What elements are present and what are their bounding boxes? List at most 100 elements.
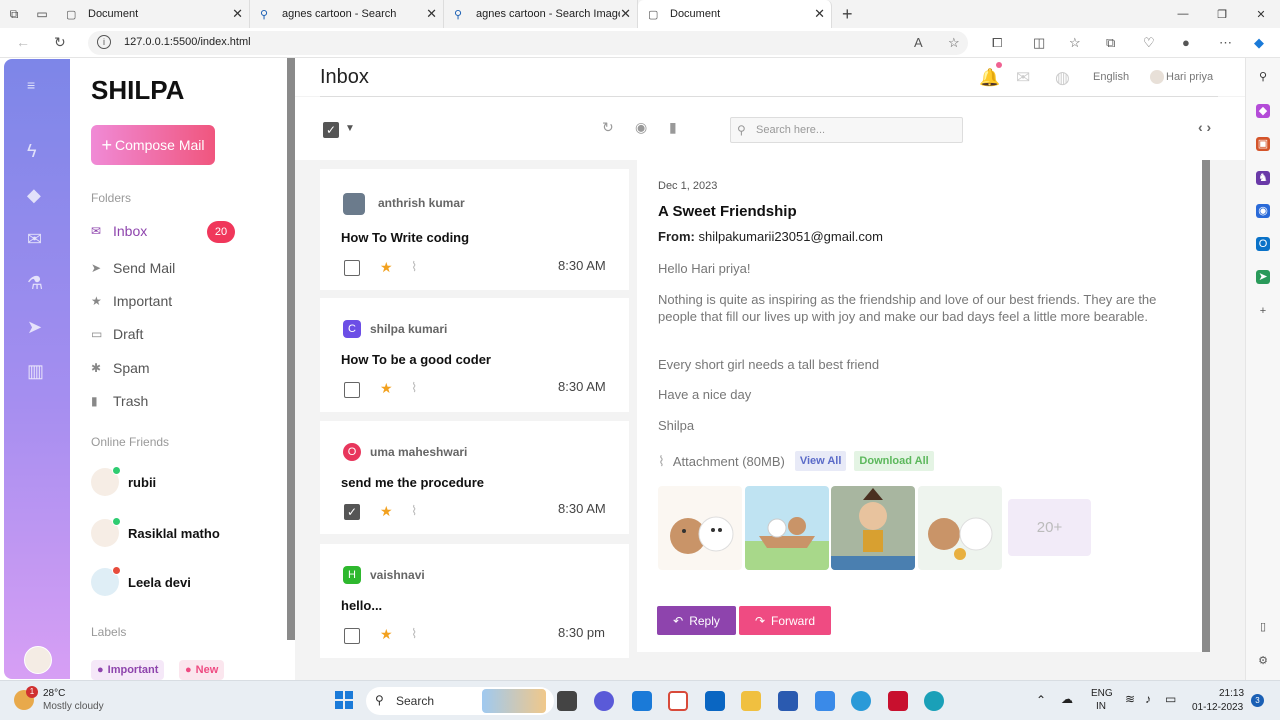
diamond-icon[interactable]: ◆ <box>27 185 41 206</box>
paper-plane-icon[interactable]: ➤ <box>27 317 42 338</box>
notification-badge[interactable]: 3 <box>1251 694 1264 707</box>
workspaces-icon[interactable]: ⧉ <box>0 0 28 28</box>
attachment-thumbnail[interactable] <box>745 486 829 570</box>
new-tab-icon[interactable]: + <box>842 4 853 25</box>
envelope-icon[interactable]: ✉ <box>27 229 42 250</box>
mcafee-icon[interactable] <box>888 691 908 711</box>
bell-icon[interactable]: 🔔 <box>979 68 1000 88</box>
attachment-thumbnail[interactable] <box>918 486 1002 570</box>
map-icon[interactable]: ▥ <box>27 361 44 382</box>
mail-checkbox[interactable]: ✓ <box>344 504 360 520</box>
user-avatar[interactable] <box>1150 70 1164 84</box>
friend-item[interactable]: rubii <box>91 466 271 497</box>
split-screen-icon[interactable]: ◫ <box>1033 35 1045 51</box>
download-all-button[interactable]: Download All <box>854 451 934 471</box>
sidebar-toggle-icon[interactable]: ▯ <box>1256 620 1270 634</box>
folder-important[interactable]: ★ Important <box>91 291 271 311</box>
folder-inbox[interactable]: ✉ Inbox <box>91 221 271 241</box>
friend-item[interactable]: Leela devi <box>91 566 271 597</box>
volume-icon[interactable]: ♪ <box>1145 692 1151 706</box>
reading-pane-scrollbar[interactable] <box>1202 160 1210 652</box>
maximize-icon[interactable]: ❐ <box>1203 0 1241 28</box>
select-all-checkbox[interactable]: ✓ <box>323 122 339 138</box>
outlook-icon[interactable]: O <box>1256 237 1270 251</box>
mail-icon[interactable]: ✉ <box>1016 68 1030 88</box>
clock-time[interactable]: 21:13 <box>1219 688 1244 699</box>
user-name[interactable]: Hari priya <box>1166 71 1213 83</box>
read-aloud-icon[interactable]: A <box>914 35 923 50</box>
folder-icon[interactable] <box>741 691 761 711</box>
mail-card[interactable]: C shilpa kumari How To be a good coder ★… <box>320 298 629 412</box>
wifi-icon[interactable]: ≋ <box>1125 692 1135 706</box>
edge-icon[interactable] <box>924 691 944 711</box>
label-important[interactable]: ● Important <box>91 660 165 680</box>
file-explorer-dark-icon[interactable] <box>557 691 577 711</box>
mail-card[interactable]: H vaishnavi hello... ★ ⌇ 8:30 pm <box>320 544 629 658</box>
favorite-star-icon[interactable]: ☆ <box>948 35 960 51</box>
star-icon[interactable]: ★ <box>380 259 393 276</box>
avatar[interactable] <box>24 646 52 674</box>
bolt-icon[interactable]: ϟ <box>27 141 37 162</box>
minimize-icon[interactable]: — <box>1164 0 1202 28</box>
browser-tab-active[interactable]: ▢ Document ✕ <box>638 0 832 28</box>
chevron-up-icon[interactable]: ⌃ <box>1036 693 1046 707</box>
shopping-icon[interactable]: ◆ <box>1256 104 1270 118</box>
attachment-thumbnail[interactable] <box>658 486 742 570</box>
eye-icon[interactable]: ◉ <box>635 119 647 136</box>
paperclip-icon[interactable]: ⌇ <box>411 259 417 275</box>
browser-tab[interactable]: ⚲ agnes cartoon - Search Images ✕ <box>444 0 638 28</box>
star-icon[interactable]: ★ <box>380 380 393 397</box>
paperclip-icon[interactable]: ⌇ <box>411 380 417 396</box>
clock-date[interactable]: 01-12-2023 <box>1192 702 1243 713</box>
tab-actions-icon[interactable]: ▭ <box>28 0 56 28</box>
refresh-icon[interactable]: ↻ <box>54 34 66 51</box>
mail-checkbox[interactable] <box>344 382 360 398</box>
label-new[interactable]: ● New <box>179 660 225 680</box>
language-top[interactable]: ENG <box>1091 688 1113 699</box>
friend-item[interactable]: Rasiklal matho <box>91 517 271 548</box>
mail-checkbox[interactable] <box>344 628 360 644</box>
close-tab-icon[interactable]: ✕ <box>814 6 825 22</box>
language-selector[interactable]: English <box>1093 71 1129 83</box>
menu-icon[interactable]: ≡ <box>27 77 35 93</box>
language-bottom[interactable]: IN <box>1096 701 1106 712</box>
vscode-icon[interactable] <box>632 691 652 711</box>
browser-tab[interactable]: ⚲ agnes cartoon - Search ✕ <box>250 0 444 28</box>
chrome-icon[interactable] <box>668 691 688 711</box>
star-icon[interactable]: ★ <box>380 626 393 643</box>
close-tab-icon[interactable]: ✕ <box>426 6 437 22</box>
forward-button[interactable]: ↷ Forward <box>739 606 831 635</box>
battery-icon[interactable]: ▭ <box>1165 692 1176 706</box>
tools-icon[interactable]: ▣ <box>1256 137 1270 151</box>
more-attachments[interactable]: 20+ <box>1008 499 1091 556</box>
favorites-icon[interactable]: ☆ <box>1069 35 1081 51</box>
flask-icon[interactable]: ⚗ <box>27 273 43 294</box>
reply-button[interactable]: ↶ Reply <box>657 606 736 635</box>
weather-condition[interactable]: Mostly cloudy <box>43 701 104 712</box>
paperclip-icon[interactable]: ⌇ <box>411 626 417 642</box>
browser-essentials-icon[interactable]: ♡ <box>1143 35 1155 51</box>
close-tab-icon[interactable]: ✕ <box>620 6 631 22</box>
drop-icon[interactable]: ➤ <box>1256 270 1270 284</box>
view-all-button[interactable]: View All <box>794 451 847 471</box>
browser-tab[interactable]: ▢ Document ✕ <box>56 0 250 28</box>
attachment-thumbnail[interactable] <box>831 486 915 570</box>
from-email[interactable]: shilpakumarii23051@gmail.com <box>698 229 882 244</box>
folder-spam[interactable]: ✱ Spam <box>91 358 271 378</box>
profile-icon[interactable]: ● <box>1182 35 1190 50</box>
back-icon[interactable]: ← <box>16 34 30 50</box>
store-icon[interactable] <box>778 691 798 711</box>
folder-draft[interactable]: ▭ Draft <box>91 324 271 344</box>
myntra-icon[interactable] <box>815 691 835 711</box>
paperclip-icon[interactable]: ⌇ <box>411 503 417 519</box>
cloud-icon[interactable]: ☁ <box>1061 692 1073 706</box>
add-icon[interactable]: + <box>1256 304 1270 318</box>
linkedin-icon[interactable] <box>705 691 725 711</box>
search-input[interactable]: Search here... <box>730 117 963 143</box>
url-field[interactable]: 127.0.0.1:5500/index.html <box>88 31 968 55</box>
office-icon[interactable]: ◉ <box>1256 204 1270 218</box>
folder-send-mail[interactable]: ➤ Send Mail <box>91 258 271 278</box>
temperature[interactable]: 28°C <box>43 688 65 699</box>
info-icon[interactable]: i <box>97 35 111 49</box>
search-highlight-icon[interactable] <box>482 689 546 713</box>
